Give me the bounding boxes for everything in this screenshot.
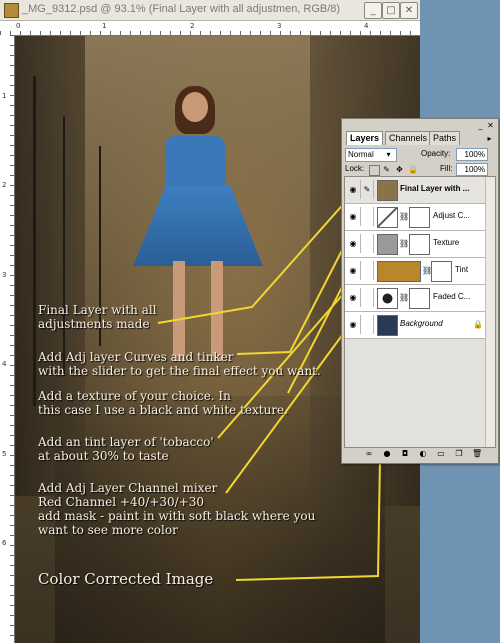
brush-icon [361,261,374,280]
curves-icon [377,207,398,228]
callout-color-corrected: Color Corrected Image [38,570,214,588]
callout-curves: Add Adj layer Curves and tinker with the… [38,350,321,378]
layer-name: Faded C... [433,292,471,301]
layer-thumbnail [377,234,398,255]
brush-icon [361,288,374,307]
mask-icon[interactable]: ◘ [400,449,410,459]
layer-name: Final Layer with ... [400,184,470,193]
ruler-label: 2 [190,22,195,30]
ruler-label: 3 [2,271,7,279]
eye-icon[interactable]: ◉ [346,261,361,280]
layers-list: ◉ ✎ Final Layer with ... ◉ ⛓ Adjust C...… [344,176,496,448]
horizontal-ruler: 0 1 2 3 4 [0,21,420,36]
eye-icon[interactable]: ◉ [346,315,361,334]
layers-panel: _ ✕ Layers Channels Paths ▸ Normal ▾ Opa… [341,118,499,464]
layer-thumbnail [377,261,421,282]
lock-label: Lock: [345,164,365,173]
mask-thumbnail [431,261,452,282]
ruler-label: 1 [2,92,7,100]
layer-thumbnail [377,180,398,201]
layer-thumbnail [377,315,398,336]
tab-paths[interactable]: Paths [429,131,461,145]
eye-icon[interactable]: ◉ [346,207,361,226]
photoshop-doc-icon [4,3,19,18]
folder-icon[interactable]: ▭ [436,449,446,459]
layer-name: Background [400,319,443,328]
vertical-ruler: 1 2 3 4 5 6 [0,35,15,643]
ruler-label: 1 [102,22,107,30]
link-icon: ⛓ [399,293,410,302]
model-leg [211,261,223,361]
callout-texture: Add a texture of your choice. In this ca… [38,389,288,417]
lock-move-icon[interactable]: ✥ [395,165,404,174]
link-icon: ⛓ [399,212,410,221]
maximize-button[interactable]: □ [382,2,400,19]
opacity-field[interactable]: 100% [456,148,488,161]
mask-thumbnail [409,234,430,255]
layer-name: Tint [455,265,469,274]
minimize-icon[interactable]: _ [476,121,485,130]
callout-channel-mixer: Add Adj Layer Channel mixer Red Channel … [38,481,316,537]
eye-icon[interactable]: ◉ [346,234,361,253]
lock-transparency-icon[interactable] [369,165,380,176]
layer-row[interactable]: ◉ ⛓ Faded C... [345,285,485,312]
link-icon[interactable]: ∞ [364,449,374,459]
tab-channels[interactable]: Channels [385,131,432,145]
lock-icon: 🔒 [473,320,483,329]
channel-mixer-icon [377,288,398,309]
layer-name: Adjust C... [433,211,470,220]
layer-row[interactable]: ◉ Background 🔒 [345,312,485,339]
close-button[interactable]: ✕ [400,2,418,19]
fx-icon[interactable]: ● [382,449,392,459]
close-icon[interactable]: ✕ [486,121,495,130]
ruler-label: 3 [277,22,282,30]
lock-paint-icon[interactable]: ✎ [382,165,391,174]
adjustment-icon[interactable]: ◐ [418,449,428,459]
model-dress-skirt [133,186,263,266]
mask-thumbnail [409,207,430,228]
panel-menu-icon[interactable]: ▸ [485,134,494,143]
brush-icon [361,234,374,253]
utility-pole [33,76,36,406]
callout-final-layer: Final Layer with all adjustments made [38,303,157,331]
ruler-label: 4 [364,22,369,30]
blend-row: Normal ▾ Opacity: 100% [344,147,496,163]
layer-row[interactable]: ◉ ⛓ Tint [345,258,485,285]
lock-all-icon[interactable]: 🔒 [408,165,418,174]
chevron-down-icon: ▾ [386,150,391,159]
eye-icon[interactable]: ◉ [346,288,361,307]
ruler-label: 0 [16,22,21,30]
mask-thumbnail [409,288,430,309]
layer-row[interactable]: ◉ ⛓ Texture [345,231,485,258]
eye-icon[interactable]: ◉ [346,180,361,199]
model-leg [173,261,185,361]
brush-icon [361,315,374,334]
layers-scrollbar[interactable] [485,177,495,447]
fill-field[interactable]: 100% [456,163,488,176]
brush-icon [361,207,374,226]
window-title: _MG_9312.psd @ 93.1% (Final Layer with a… [22,3,341,15]
trash-icon[interactable]: 🗑 [472,449,482,459]
minimize-button[interactable]: _ [364,2,382,19]
utility-pole [63,116,65,376]
layer-name: Texture [433,238,460,247]
layer-row[interactable]: ◉ ✎ Final Layer with ... [345,177,485,204]
panel-footer: ∞ ● ◘ ◐ ▭ ❐ 🗑 [344,449,494,461]
ruler-label: 4 [2,360,7,368]
ruler-label: 2 [2,181,7,189]
layer-row[interactable]: ◉ ⛓ Adjust C... [345,204,485,231]
fill-label: Fill: [440,164,453,173]
opacity-label: Opacity: [421,149,451,158]
link-icon: ⛓ [399,239,410,248]
model-face [182,92,208,122]
new-layer-icon[interactable]: ❐ [454,449,464,459]
tab-layers[interactable]: Layers [346,131,384,145]
brush-icon: ✎ [361,180,374,199]
callout-tint: Add an tint layer of 'tobacco' at about … [38,435,214,463]
ruler-label: 6 [2,539,7,547]
window-titlebar[interactable]: _MG_9312.psd @ 93.1% (Final Layer with a… [0,0,420,21]
ruler-label: 5 [2,450,7,458]
